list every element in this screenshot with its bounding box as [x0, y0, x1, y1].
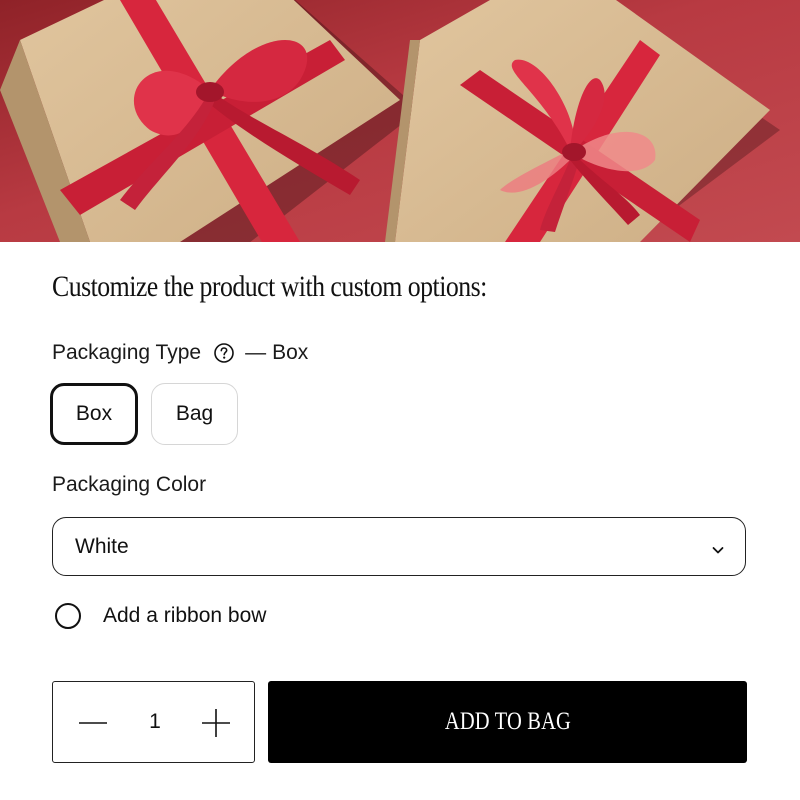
plus-icon[interactable]: [198, 705, 234, 741]
packaging-color-label: Packaging Color: [52, 473, 207, 496]
add-to-bag-label: ADD TO BAG: [444, 708, 571, 735]
product-hero-image: [0, 0, 800, 242]
customize-heading: Customize the product with custom option…: [52, 270, 487, 303]
question-circle-icon[interactable]: [213, 342, 235, 364]
packaging-option-box[interactable]: Box: [50, 383, 138, 445]
packaging-type-label: Packaging Type: [52, 341, 202, 364]
packaging-type-selected-value: Box: [272, 341, 309, 364]
packaging-option-bag[interactable]: Bag: [151, 383, 238, 445]
ribbon-bow-option[interactable]: Add a ribbon bow: [55, 603, 266, 629]
ribbon-bow-radio[interactable]: [55, 603, 81, 629]
quantity-stepper: 1: [52, 681, 255, 763]
quantity-value[interactable]: 1: [133, 682, 177, 762]
ribbon-bow-label: Add a ribbon bow: [103, 604, 267, 627]
packaging-type-label-row: Packaging Type — Box: [52, 341, 308, 365]
chevron-down-icon: [711, 539, 725, 554]
label-separator: —: [245, 341, 267, 364]
add-to-bag-button[interactable]: ADD TO BAG: [268, 681, 747, 763]
packaging-color-select[interactable]: White: [52, 517, 746, 576]
packaging-color-value: White: [75, 534, 129, 558]
minus-icon[interactable]: [75, 705, 111, 741]
